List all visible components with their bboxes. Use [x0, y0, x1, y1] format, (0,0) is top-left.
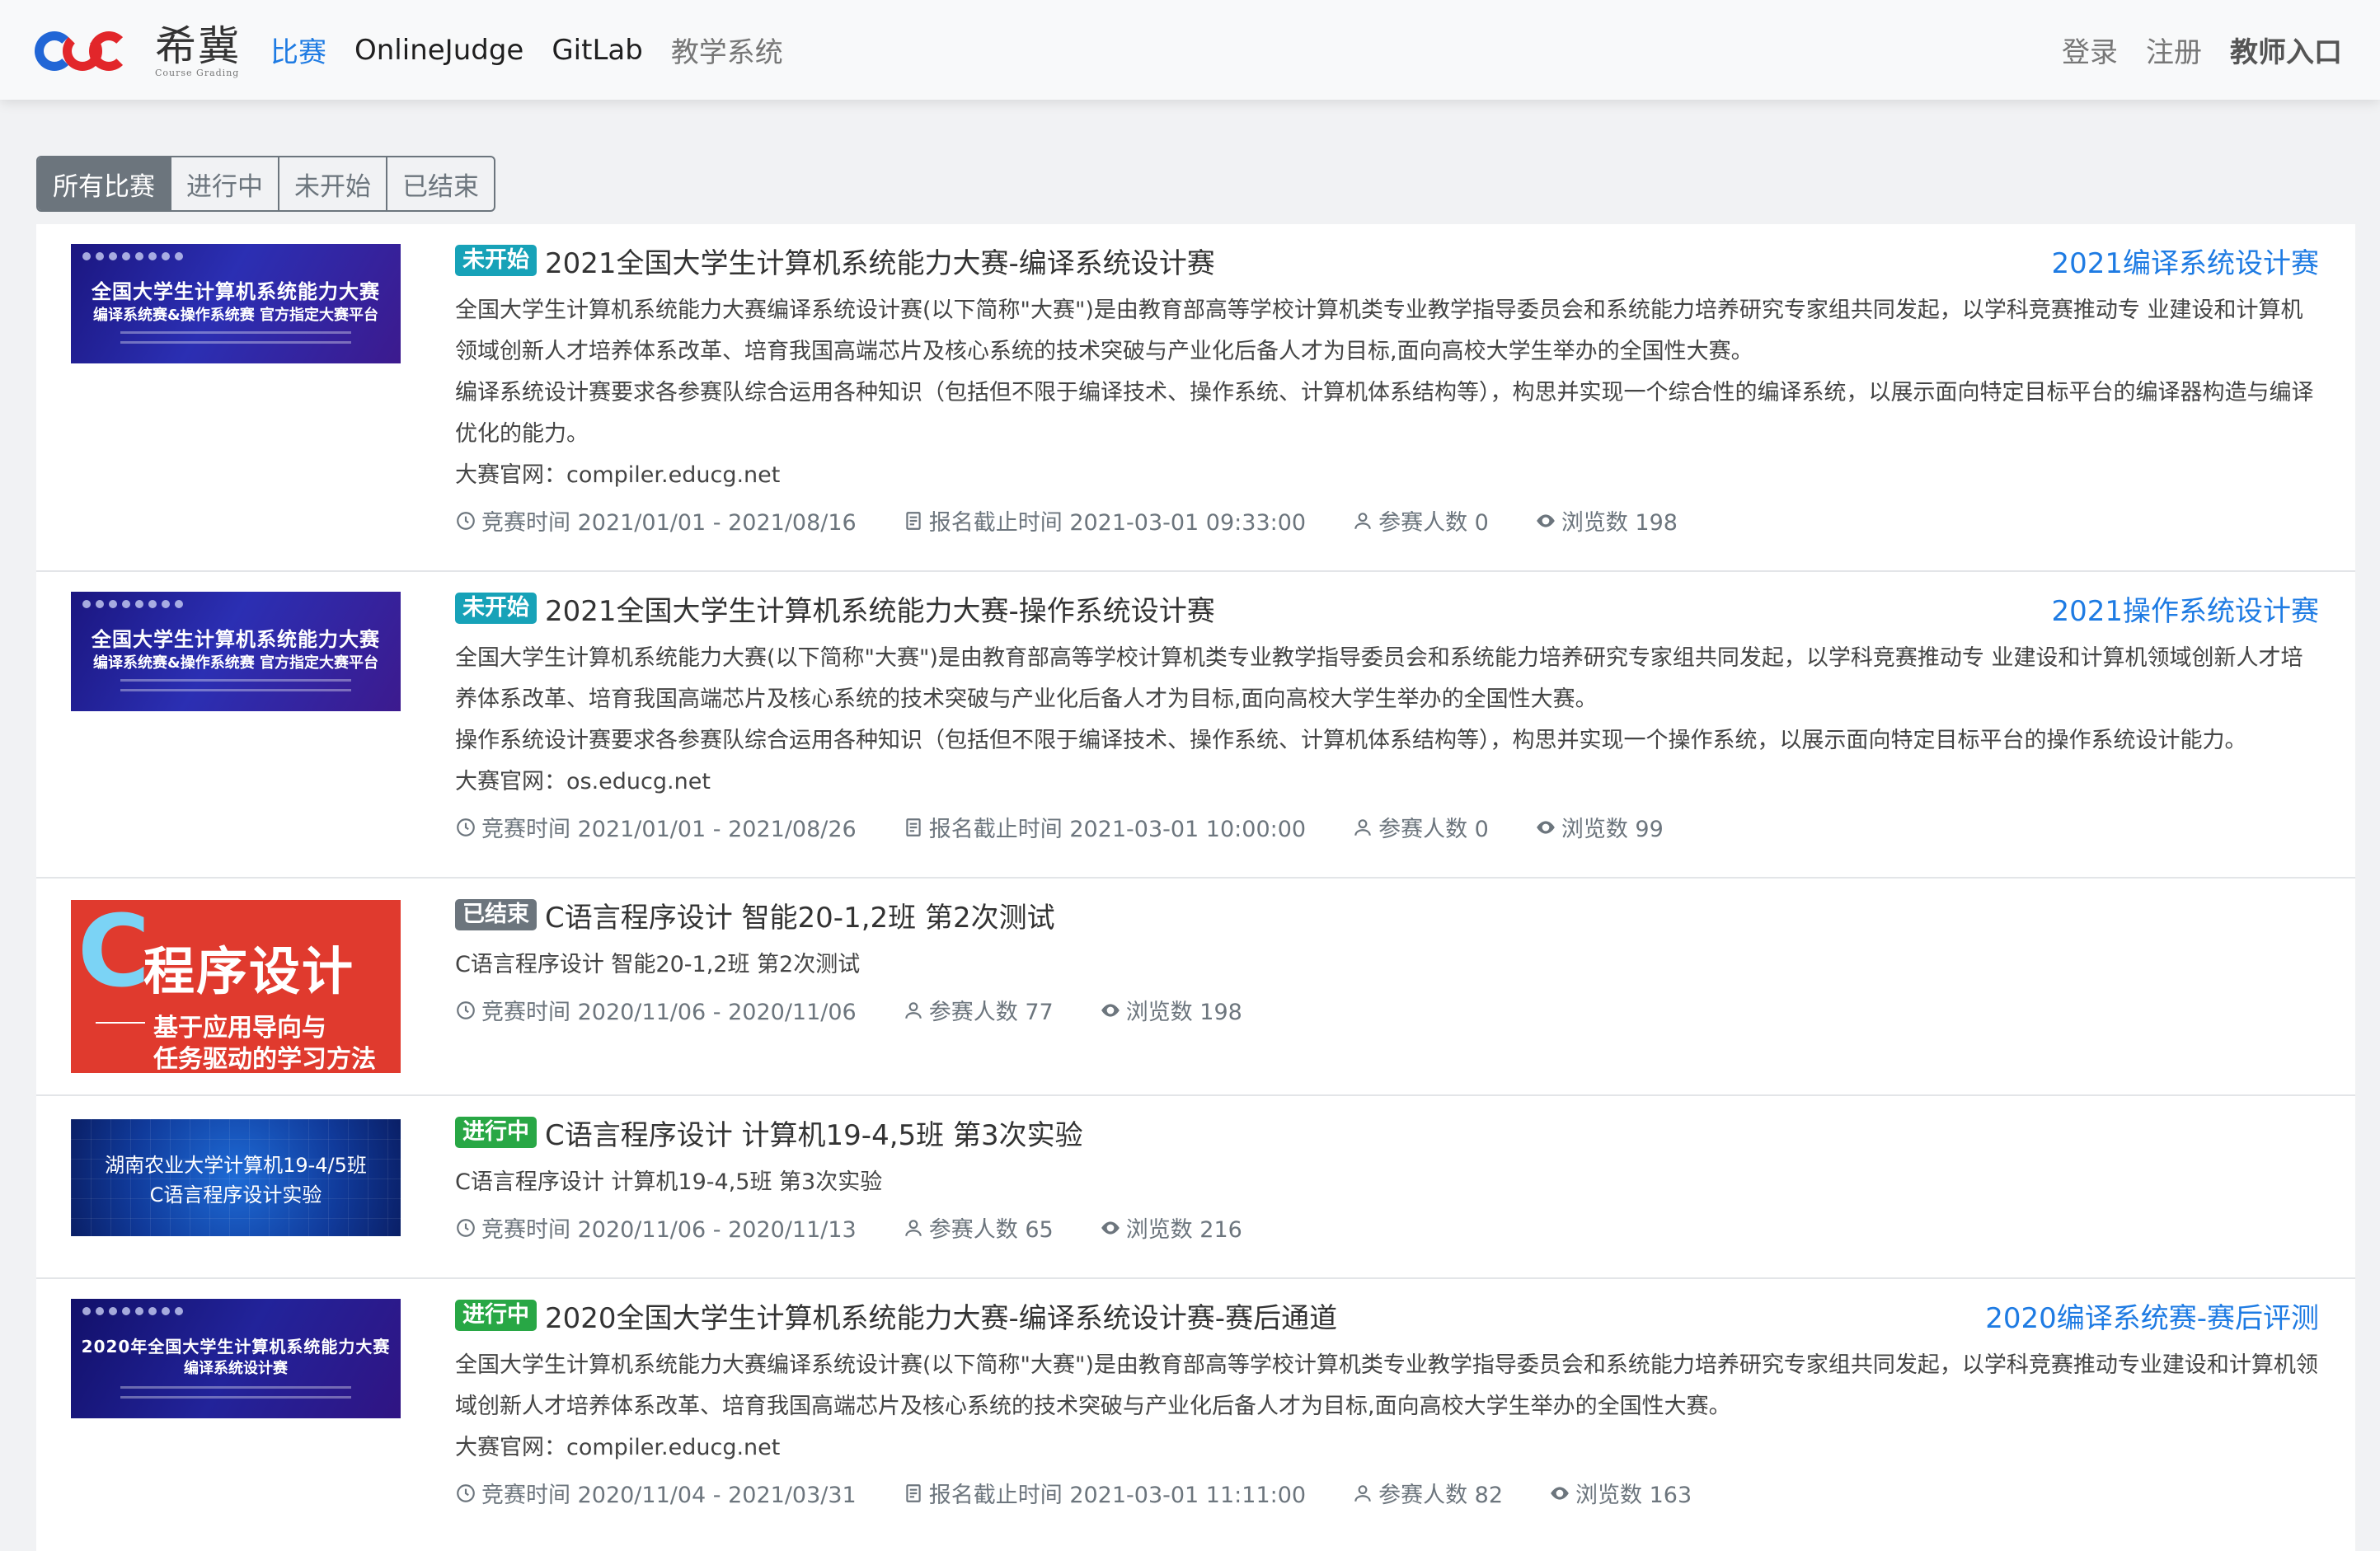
- nav-link-contests[interactable]: 比赛: [270, 30, 326, 70]
- login-link[interactable]: 登录: [2062, 30, 2118, 70]
- clock-icon: [457, 1218, 475, 1237]
- contest-card: 全国大学生计算机系统能力大赛 编译系统赛&操作系统赛 官方指定大赛平台 未开始 …: [36, 572, 2355, 879]
- form-icon: [906, 818, 921, 836]
- filter-tab-all[interactable]: 所有比赛: [38, 157, 171, 210]
- contest-thumbnail[interactable]: 全国大学生计算机系统能力大赛 编译系统赛&操作系统赛 官方指定大赛平台: [71, 244, 401, 363]
- brand-subtitle: Course Grading: [155, 67, 240, 78]
- user-icon: [1354, 1484, 1371, 1502]
- contest-description: 全国大学生计算机系统能力大赛编译系统设计赛(以下简称"大赛")是由教育部高等学校…: [455, 1352, 2318, 1460]
- contest-thumbnail[interactable]: 湖南农业大学计算机19-4/5班 C语言程序设计实验: [71, 1119, 401, 1236]
- contest-card: 全国大学生计算机系统能力大赛 编译系统赛&操作系统赛 官方指定大赛平台 未开始 …: [36, 224, 2355, 572]
- status-badge: 未开始: [455, 244, 537, 277]
- contest-card: 湖南农业大学计算机19-4/5班 C语言程序设计实验 进行中 C语言程序设计 计…: [36, 1096, 2355, 1279]
- contest-meta: 竞赛时间 2020/11/06 - 2020/11/13 参赛人数 65 浏览数…: [455, 1211, 2319, 1244]
- brand-logo[interactable]: 希冀 Course Grading: [35, 25, 241, 77]
- clock-icon: [457, 1483, 475, 1502]
- filter-tab-upcoming[interactable]: 未开始: [279, 157, 387, 210]
- eye-icon: [1537, 820, 1555, 834]
- status-badge: 未开始: [455, 592, 537, 625]
- eye-icon: [1101, 1003, 1120, 1017]
- contest-description: 全国大学生计算机系统能力大赛编译系统设计赛(以下简称"大赛")是由教育部高等学校…: [455, 298, 2314, 488]
- teacher-entry-link[interactable]: 教师入口: [2230, 30, 2342, 70]
- user-icon: [904, 1001, 922, 1019]
- user-icon: [904, 1219, 922, 1236]
- contest-meta: 竞赛时间 2020/11/06 - 2020/11/06 参赛人数 77 浏览数…: [455, 994, 2319, 1026]
- filter-tab-running[interactable]: 进行中: [171, 157, 279, 210]
- logo-mark-icon: [35, 26, 129, 76]
- clock-icon: [457, 818, 475, 836]
- nav-account-links: 登录 注册 教师入口: [2034, 0, 2342, 100]
- contest-description: C语言程序设计 计算机19-4,5班 第3次实验: [455, 1169, 883, 1195]
- contest-thumbnail[interactable]: 全国大学生计算机系统能力大赛 编译系统赛&操作系统赛 官方指定大赛平台: [71, 592, 401, 711]
- contest-title[interactable]: 2021全国大学生计算机系统能力大赛-操作系统设计赛: [545, 588, 1215, 629]
- eye-icon: [1101, 1221, 1120, 1235]
- contest-card: C 程序设计 基于应用导向与 任务驱动的学习方法 已结束 C语言程序设计 智能2…: [36, 879, 2355, 1096]
- filter-tab-ended[interactable]: 已结束: [387, 157, 494, 210]
- eye-icon: [1551, 1486, 1569, 1500]
- contest-meta: 竞赛时间 2020/11/04 - 2021/03/31 报名截止时间 2021…: [455, 1477, 2319, 1509]
- form-icon: [906, 1483, 921, 1502]
- contest-title[interactable]: 2021全国大学生计算机系统能力大赛-编译系统设计赛: [545, 241, 1215, 281]
- contest-side-link[interactable]: 2021编译系统设计赛: [2051, 241, 2319, 281]
- contest-thumbnail[interactable]: 2020年全国大学生计算机系统能力大赛 编译系统设计赛: [71, 1299, 401, 1418]
- user-icon: [1354, 818, 1371, 836]
- contest-title[interactable]: 2020全国大学生计算机系统能力大赛-编译系统设计赛-赛后通道: [545, 1296, 1337, 1336]
- clock-icon: [457, 511, 475, 530]
- contest-meta: 竞赛时间 2021/01/01 - 2021/08/26 报名截止时间 2021…: [455, 811, 2319, 843]
- nav-link-onlinejudge[interactable]: OnlineJudge: [354, 34, 523, 67]
- contest-side-link[interactable]: 2020编译系统赛-赛后评测: [1985, 1296, 2319, 1336]
- form-icon: [906, 511, 921, 530]
- status-badge: 已结束: [455, 898, 537, 931]
- contest-filter-tabs: 所有比赛 进行中 未开始 已结束: [36, 156, 495, 212]
- contest-title[interactable]: C语言程序设计 计算机19-4,5班 第3次实验: [545, 1113, 1083, 1153]
- brand-name: 希冀: [155, 21, 241, 70]
- user-icon: [1354, 512, 1371, 529]
- contest-card: 2020年全国大学生计算机系统能力大赛 编译系统设计赛 进行中 2020全国大学…: [36, 1279, 2355, 1551]
- nav-link-gitlab[interactable]: GitLab: [552, 34, 642, 67]
- clock-icon: [457, 1000, 475, 1019]
- nav-link-teaching-system[interactable]: 教学系统: [671, 30, 783, 70]
- contest-description: C语言程序设计 智能20-1,2班 第2次测试: [455, 952, 861, 977]
- contest-side-link[interactable]: 2021操作系统设计赛: [2051, 588, 2319, 629]
- register-link[interactable]: 注册: [2146, 30, 2202, 70]
- nav-main-links: 比赛 OnlineJudge GitLab 教学系统: [270, 0, 811, 100]
- top-navbar: 希冀 Course Grading 比赛 OnlineJudge GitLab …: [0, 0, 2380, 100]
- contest-title[interactable]: C语言程序设计 智能20-1,2班 第2次测试: [545, 895, 1055, 935]
- contest-description: 全国大学生计算机系统能力大赛(以下简称"大赛")是由教育部高等学校计算机类专业教…: [455, 645, 2303, 794]
- contest-thumbnail[interactable]: C 程序设计 基于应用导向与 任务驱动的学习方法: [71, 900, 401, 1073]
- eye-icon: [1537, 513, 1555, 527]
- status-badge: 进行中: [455, 1116, 537, 1149]
- status-badge: 进行中: [455, 1299, 537, 1332]
- contest-meta: 竞赛时间 2021/01/01 - 2021/08/16 报名截止时间 2021…: [455, 504, 2319, 537]
